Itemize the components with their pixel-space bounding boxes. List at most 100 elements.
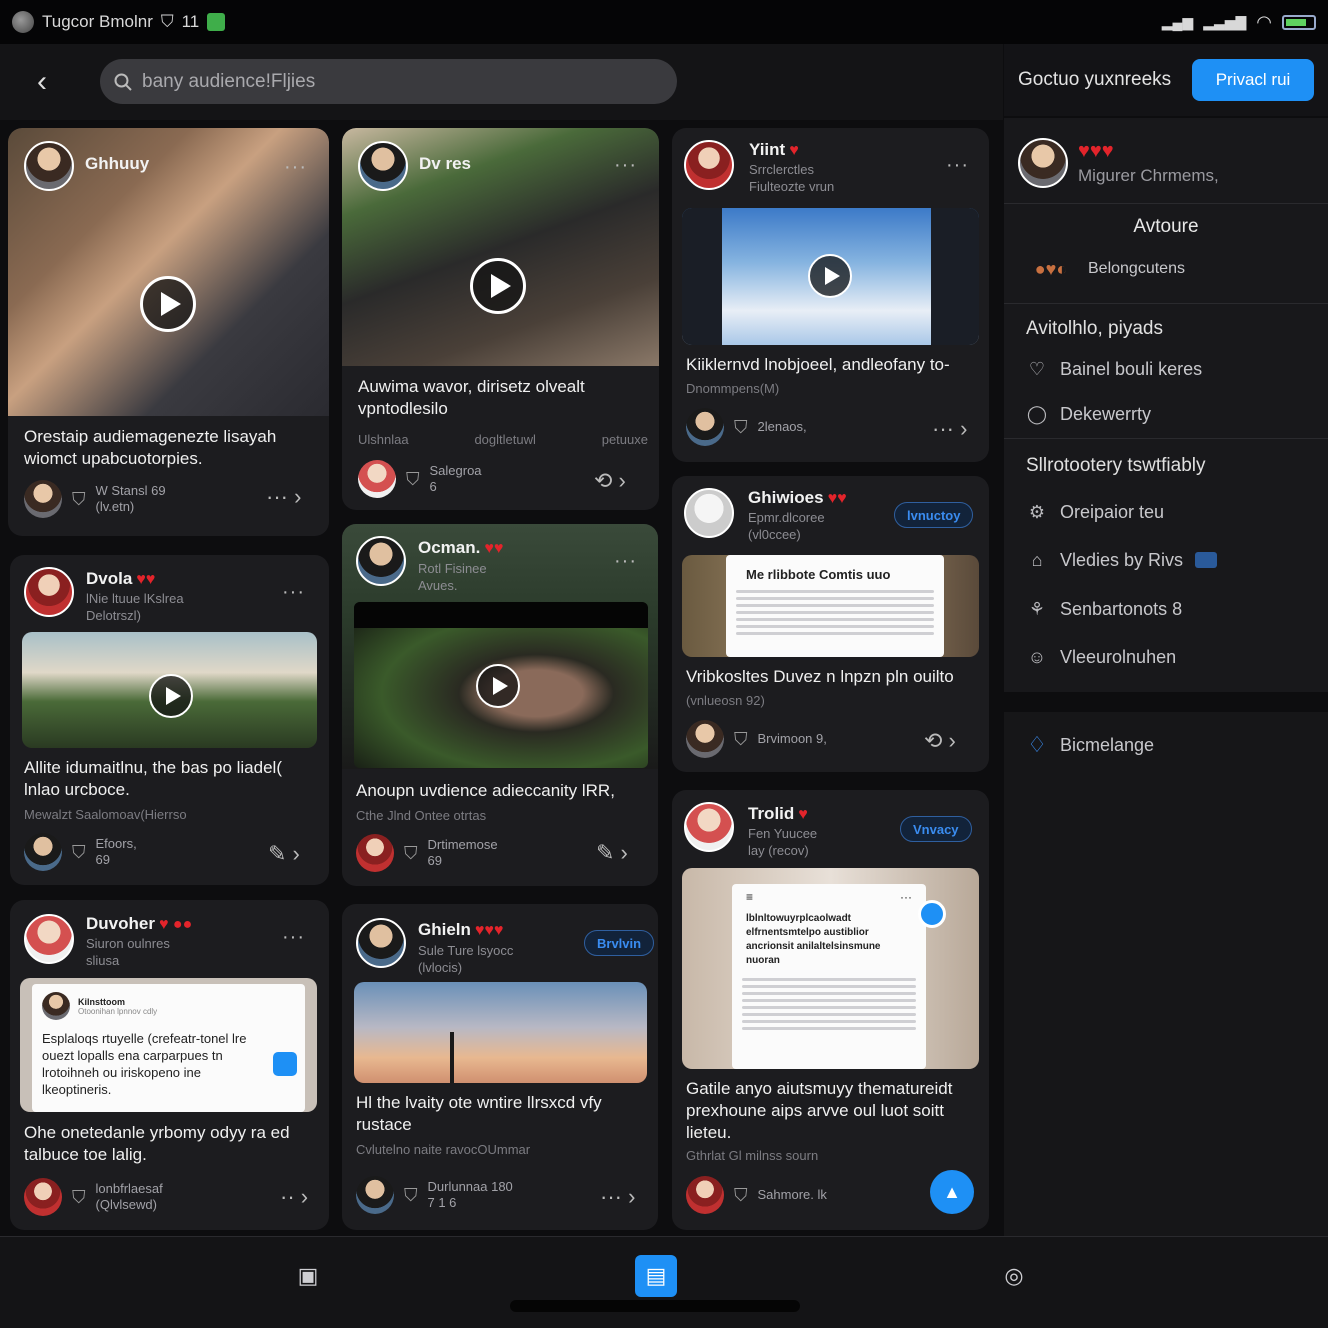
- card-title[interactable]: Auwima wavor, dirisetz olvealt vpntodles…: [358, 376, 643, 420]
- comment-icon[interactable]: ⛉: [72, 489, 86, 510]
- avatar[interactable]: [684, 802, 734, 852]
- username[interactable]: Ghieln ♥♥♥: [418, 920, 503, 940]
- comment-icon[interactable]: ⛉: [734, 729, 748, 750]
- privacy-tag[interactable]: lvnuctoy: [894, 502, 974, 528]
- nav-profile-button[interactable]: ◎: [993, 1255, 1035, 1297]
- card-title[interactable]: Hl the lvaity ote wntire llrsxcd vfy rus…: [356, 1092, 646, 1136]
- comment-icon[interactable]: ⛉: [406, 469, 420, 490]
- username[interactable]: Ocman. ♥♥: [418, 538, 503, 558]
- username[interactable]: Yiint ♥: [749, 140, 799, 160]
- section2-item-1[interactable]: ♡ Bainel bouli keres: [1026, 358, 1202, 380]
- avatar[interactable]: [24, 914, 74, 964]
- chevron-right-icon[interactable]: ⟲ ›: [924, 728, 956, 754]
- chevron-right-icon[interactable]: ··· ›: [600, 1184, 635, 1210]
- nav-feed-button[interactable]: ▤: [635, 1255, 677, 1297]
- more-options-icon[interactable]: ···: [614, 550, 637, 573]
- section3-item-1[interactable]: ⚙ Oreipaior teu: [1026, 501, 1164, 523]
- footer-avatar[interactable]: [686, 408, 724, 446]
- chevron-right-icon[interactable]: ··· ›: [266, 484, 301, 510]
- feed-card-9[interactable]: Trolid ♥ Fen Yuucee lay (recov) Vnvacy ≡ ·…: [672, 790, 989, 1230]
- feed-card-4[interactable]: Dvola ♥♥ lNie ltuue lKslrea Delotrszl) ···…: [10, 555, 329, 885]
- more-options-icon[interactable]: ···: [282, 926, 305, 949]
- video-thumbnail[interactable]: [22, 632, 317, 748]
- chevron-right-icon[interactable]: ··· ›: [932, 416, 967, 442]
- footer-avatar[interactable]: [358, 460, 396, 498]
- footer-avatar[interactable]: [356, 834, 394, 872]
- feed-card-6[interactable]: Ghiwioes ♥♥ Epmr.dlcoree (vl0ccee) lvnucto…: [672, 476, 989, 772]
- comment-icon[interactable]: ⛉: [72, 1187, 86, 1208]
- play-button[interactable]: [140, 276, 196, 332]
- card-title[interactable]: Anoupn uvdience adieccanity lRR,: [356, 780, 646, 802]
- avatar[interactable]: [356, 536, 406, 586]
- chat-bubble-icon[interactable]: [918, 900, 946, 928]
- share-icon[interactable]: ⟲ ›: [594, 468, 626, 494]
- footer-avatar[interactable]: [686, 1176, 724, 1214]
- chevron-right-icon[interactable]: ✎ ›: [596, 840, 628, 866]
- avatar[interactable]: [684, 140, 734, 190]
- card-title[interactable]: Orestaip audiemagenezte lisayah wiomct u…: [24, 426, 314, 470]
- footer-avatar[interactable]: [24, 833, 62, 871]
- section2-item-2[interactable]: ◯ Dekewerrty: [1026, 403, 1151, 425]
- feed-card-7[interactable]: Duvoher ♥ ●● Siuron oulnres sliusa ··· Kil…: [10, 900, 329, 1230]
- privacy-tag[interactable]: Vnvacy: [900, 816, 972, 842]
- card-title[interactable]: Ohe onetedanle yrbomy odyy ra ed talbuce…: [24, 1122, 314, 1166]
- more-options-icon[interactable]: ···: [614, 154, 637, 177]
- search-bar[interactable]: [100, 59, 677, 104]
- footer-avatar[interactable]: [24, 1178, 62, 1216]
- play-button[interactable]: [470, 258, 526, 314]
- username[interactable]: Dv res: [419, 154, 471, 174]
- comment-icon[interactable]: ⛉: [404, 1185, 418, 1206]
- play-button[interactable]: [149, 674, 193, 718]
- username[interactable]: Ghhuuy: [85, 154, 149, 174]
- profile-name[interactable]: Migurer Chrmems,: [1078, 166, 1219, 186]
- feed-card-3[interactable]: Yiint ♥ Srrclerctles Fiulteozte vrun ··· K…: [672, 128, 989, 462]
- username[interactable]: Trolid ♥: [748, 804, 808, 824]
- share-icon[interactable]: [273, 1052, 297, 1076]
- section3-item-3[interactable]: ⚘ Senbartonots 8: [1026, 598, 1182, 620]
- document-thumbnail[interactable]: ≡ ··· lblnltowuyrplcaolwadt elfrnentsmte…: [682, 868, 979, 1069]
- back-button[interactable]: ‹: [22, 62, 62, 102]
- comment-icon[interactable]: ⛉: [404, 843, 418, 864]
- avatar[interactable]: [24, 141, 74, 191]
- video-thumbnail[interactable]: [682, 208, 979, 345]
- feed-card-5[interactable]: Ocman. ♥♥ Rotl Fisinee Avues. ··· Anoupn u…: [342, 524, 658, 886]
- privacy-tag[interactable]: Brvlvin: [584, 930, 655, 956]
- video-thumbnail[interactable]: [354, 602, 648, 768]
- feed-card-2[interactable]: Dv res ··· Auwima wavor, dirisetz olveal…: [342, 128, 659, 510]
- footer-avatar[interactable]: [686, 720, 724, 758]
- search-input[interactable]: [142, 70, 622, 93]
- avatar[interactable]: [358, 141, 408, 191]
- username[interactable]: Dvola ♥♥: [86, 569, 155, 589]
- avatar[interactable]: [356, 918, 406, 968]
- more-options-icon[interactable]: ···: [946, 154, 969, 177]
- footer-avatar[interactable]: [356, 1176, 394, 1214]
- privacy-button[interactable]: Privacl rui: [1192, 59, 1314, 101]
- section3-item-2[interactable]: ⌂ Vledies by Rivs: [1026, 549, 1218, 571]
- chevron-right-icon[interactable]: ✎ ›: [268, 841, 300, 867]
- comment-icon[interactable]: ⛉: [734, 417, 748, 438]
- avatar[interactable]: [24, 567, 74, 617]
- play-button[interactable]: [476, 664, 520, 708]
- avatar[interactable]: [684, 488, 734, 538]
- floating-action-button[interactable]: ▲: [930, 1170, 974, 1214]
- more-options-icon[interactable]: ···: [282, 581, 305, 604]
- comment-icon[interactable]: ⛉: [72, 842, 86, 863]
- feed-card-1[interactable]: Ghhuuy ··· Orestaip audiemagenezte lisay…: [8, 128, 329, 536]
- feed-card-8[interactable]: Ghieln ♥♥♥ Sule Ture lsyocc (lvlocis) Brvl…: [342, 904, 658, 1230]
- card-title[interactable]: Vribkosltes Duvez n lnpzn pln ouilto: [686, 666, 976, 688]
- card-title[interactable]: Allite idumaitlnu, the bas po liadel( ln…: [24, 757, 314, 801]
- username[interactable]: Ghiwioes ♥♥: [748, 488, 847, 508]
- play-button[interactable]: [808, 254, 852, 298]
- image-thumbnail[interactable]: [354, 982, 647, 1083]
- footer-avatar[interactable]: [24, 480, 62, 518]
- section1-item[interactable]: ●♥◐ Belongcutens: [1026, 258, 1185, 280]
- more-options-icon[interactable]: ···: [284, 156, 307, 179]
- document-thumbnail[interactable]: Me rlibbote Comtis uuo: [682, 555, 979, 657]
- comment-icon[interactable]: ⛉: [734, 1185, 748, 1206]
- card-title[interactable]: Gatile anyo aiutsmuyy thematureidt prexh…: [686, 1078, 976, 1144]
- profile-avatar[interactable]: [1018, 138, 1068, 188]
- bottom-item[interactable]: ♢ Bicmelange: [1026, 732, 1154, 757]
- card-title[interactable]: Kiiklernvd lnobjoeel, andleofany to-: [686, 354, 976, 376]
- section3-item-4[interactable]: ☺ Vleeurolnuhen: [1026, 646, 1176, 668]
- nav-library-button[interactable]: ▣: [287, 1255, 329, 1297]
